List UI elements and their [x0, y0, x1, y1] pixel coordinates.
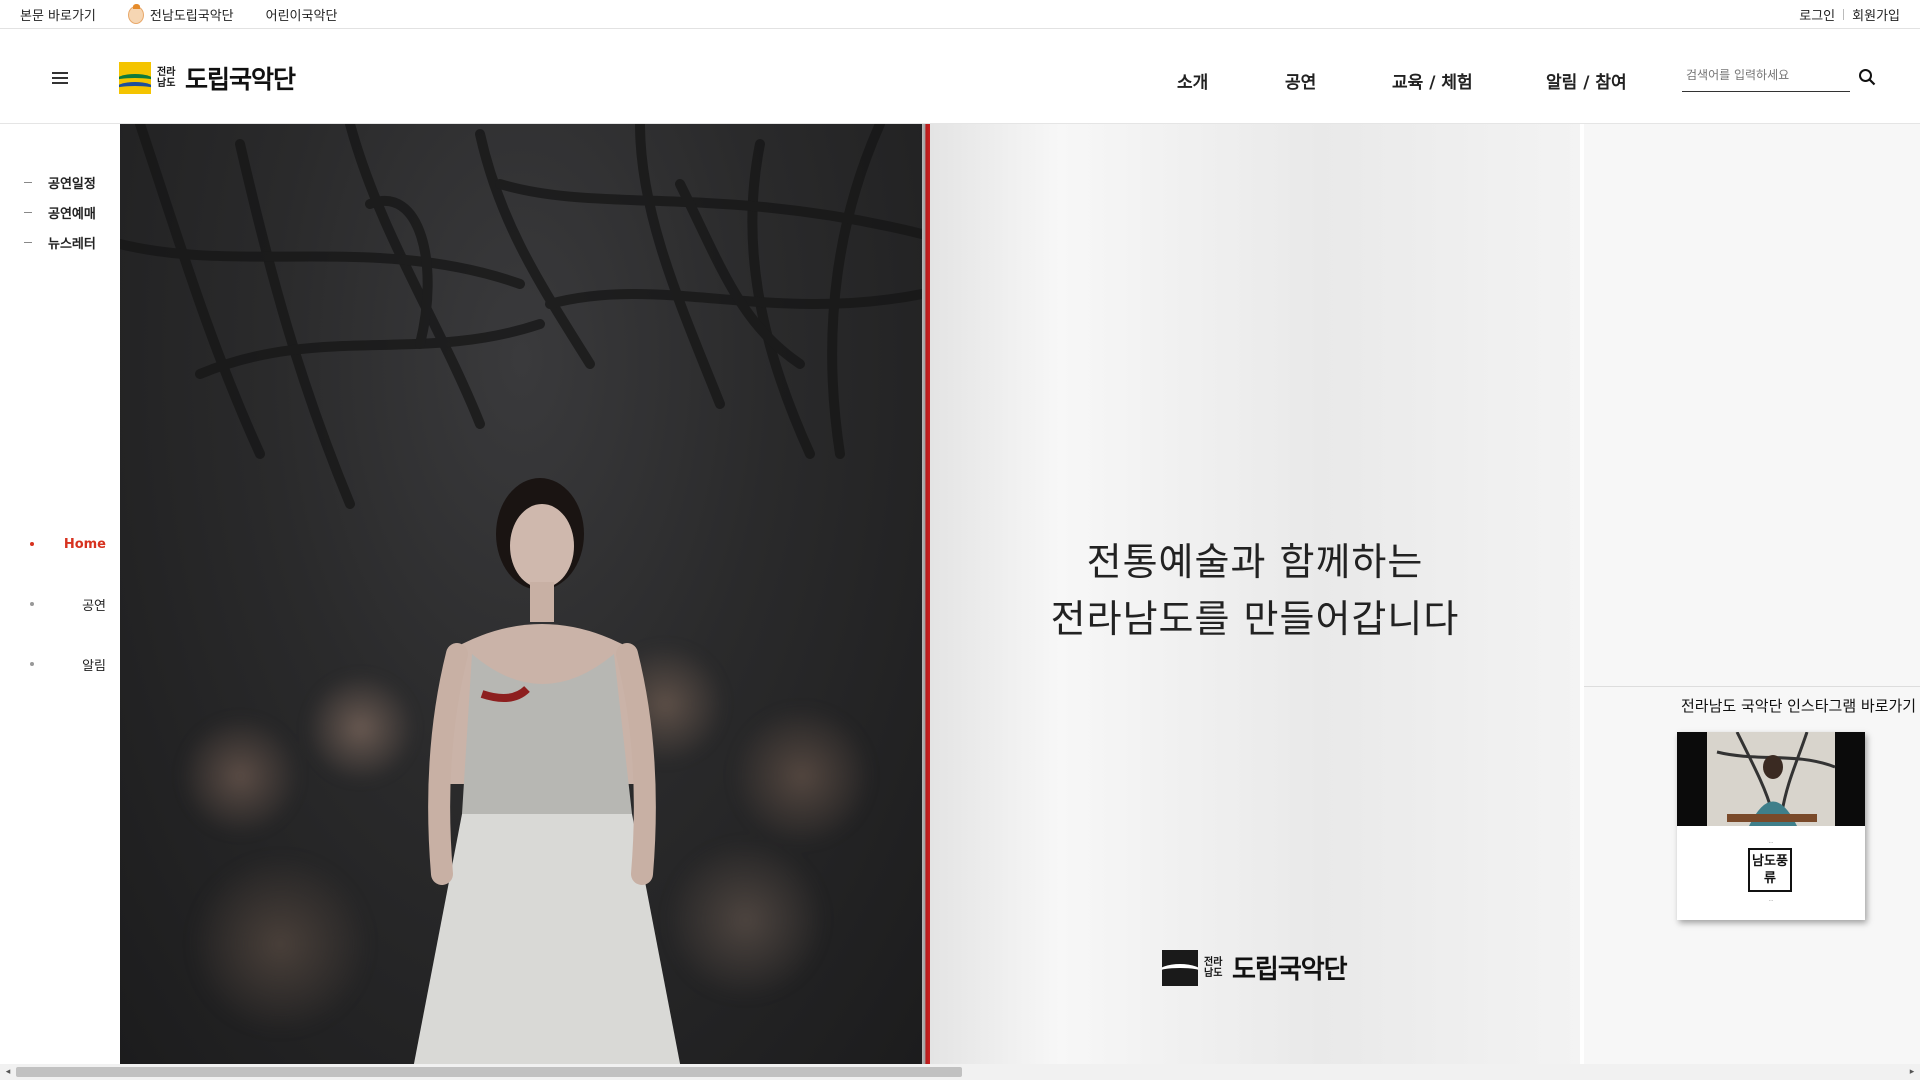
- right-panel: [1584, 124, 1920, 1064]
- hamburger-menu-icon[interactable]: [52, 72, 68, 84]
- member-links: 로그인 회원가입: [1799, 0, 1900, 29]
- logo-emblem-icon: [119, 62, 151, 94]
- quick-menu-label: 공연일정: [48, 176, 96, 192]
- divider: [1843, 9, 1845, 20]
- instagram-card[interactable]: ··· 남도풍류 ···: [1677, 732, 1865, 920]
- instagram-card-photo: [1677, 732, 1865, 826]
- slogan-poster: 전통예술과 함께하는 전라남도를 만들어갑니다 전라남도 도립국악단: [930, 124, 1580, 1064]
- poster-logo: 전라남도 도립국악단: [1162, 949, 1348, 986]
- scrollbar-thumb[interactable]: [16, 1067, 962, 1077]
- section-dot-performance[interactable]: 공연: [30, 574, 106, 634]
- poster-emblem-icon: [1162, 949, 1198, 986]
- quick-menu-label: 공연예매: [48, 206, 96, 222]
- nav-item-performance[interactable]: 공연: [1285, 68, 1316, 93]
- instagram-link-title[interactable]: 전라남도 국악단 인스타그램 바로가기: [1681, 695, 1916, 716]
- scroll-right-arrow-icon[interactable]: ▸: [1904, 1064, 1920, 1080]
- slogan-line-1: 전통예술과 함께하는: [1086, 540, 1424, 584]
- utility-bar: 본문 바로가기 전남도립국악단 어린이국악단 로그인 회원가입: [0, 0, 1920, 29]
- search-box: [1682, 64, 1850, 92]
- poster-logo-title: 도립국악단: [1232, 955, 1348, 985]
- utility-links: 본문 바로가기 전남도립국악단 어린이국악단: [20, 0, 337, 29]
- dash-icon: [24, 241, 32, 243]
- main-visual: 전통예술과 함께하는 전라남도를 만들어갑니다 전라남도 도립국악단: [120, 124, 1580, 1064]
- section-label: Home: [63, 536, 106, 552]
- panel-divider: [1584, 686, 1920, 687]
- quick-menu: 공연일정 공연예매 뉴스레터: [24, 167, 96, 257]
- scroll-left-arrow-icon[interactable]: ◂: [0, 1064, 16, 1080]
- search-icon[interactable]: [1858, 68, 1876, 86]
- horizontal-scrollbar[interactable]: ◂ ▸: [0, 1064, 1920, 1080]
- signup-link[interactable]: 회원가입: [1852, 5, 1900, 24]
- dash-icon: [24, 181, 32, 183]
- logo-province-label: 전라남도: [157, 67, 176, 89]
- quick-menu-label: 뉴스레터: [48, 236, 96, 252]
- slogan-line-2: 전라남도를 만들어갑니다: [1050, 597, 1460, 641]
- poster-divider: [922, 124, 930, 1064]
- site-logo[interactable]: 전라남도 도립국악단: [119, 60, 296, 96]
- section-dot-home[interactable]: Home: [30, 514, 106, 574]
- dancer-figure: [413, 478, 681, 1064]
- character-icon: [127, 3, 144, 24]
- provincial-band-link[interactable]: 전남도립국악단: [127, 3, 234, 24]
- skip-to-content-link[interactable]: 본문 바로가기: [20, 5, 96, 24]
- section-label: 공연: [82, 598, 106, 614]
- quick-menu-schedule[interactable]: 공연일정: [24, 167, 96, 197]
- nav-item-notice[interactable]: 알림 / 참여: [1546, 68, 1627, 93]
- search-input[interactable]: [1682, 66, 1850, 84]
- section-indicator: Home 공연 알림: [30, 514, 106, 694]
- poster-logo-province: 전라남도: [1204, 956, 1223, 979]
- youth-band-link[interactable]: 어린이국악단: [266, 5, 338, 24]
- instagram-card-title: 남도풍류: [1748, 848, 1792, 892]
- performance-photo: [120, 124, 922, 1064]
- section-label: 알림: [82, 658, 106, 674]
- quick-menu-newsletter[interactable]: 뉴스레터: [24, 227, 96, 257]
- quick-menu-booking[interactable]: 공연예매: [24, 197, 96, 227]
- provincial-band-label: 전남도립국악단: [149, 9, 234, 24]
- dash-icon: [24, 211, 32, 213]
- instagram-performer-image: [1677, 732, 1865, 826]
- instagram-card-caption-bottom: ···: [1769, 898, 1773, 903]
- section-dot-notice[interactable]: 알림: [30, 634, 106, 694]
- logo-title: 도립국악단: [185, 65, 296, 94]
- nav-item-education[interactable]: 교육 / 체험: [1392, 68, 1473, 93]
- nav-item-about[interactable]: 소개: [1177, 68, 1208, 93]
- instagram-card-caption-top: ···: [1769, 840, 1773, 845]
- slogan-text: 전통예술과 함께하는 전라남도를 만들어갑니다: [930, 534, 1580, 648]
- site-header: 전라남도 도립국악단 소개 공연 교육 / 체험 알림 / 참여: [0, 30, 1920, 124]
- login-link[interactable]: 로그인: [1799, 5, 1835, 24]
